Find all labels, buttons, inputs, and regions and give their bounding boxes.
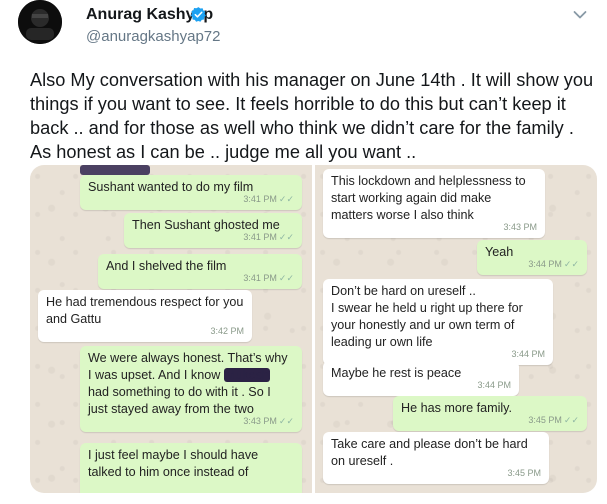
chat-screenshot-left[interactable]: Sushant wanted to do my film 3:41 PM ✓✓ T…	[30, 165, 312, 493]
time-value: 3:44 PM	[528, 259, 562, 269]
message-time: 3:43 PM ✓✓	[243, 413, 294, 430]
message-time: 3:41 PM ✓✓	[243, 229, 294, 246]
author-avatar[interactable]	[18, 0, 62, 44]
chat-message: Don’t be hard on ureself .. I swear he h…	[323, 279, 553, 365]
read-ticks-icon: ✓✓	[563, 259, 579, 269]
message-time: 3:44 PM ✓✓	[528, 256, 579, 273]
message-time: 3:44 PM	[477, 377, 511, 394]
redaction-smudge	[80, 165, 150, 175]
chat-message: Maybe he rest is peace 3:44 PM	[323, 361, 519, 396]
chat-message: He had tremendous respect for you and Ga…	[38, 290, 252, 342]
message-text: We were always honest. That’s why I was …	[88, 350, 294, 418]
read-ticks-icon: ✓✓	[278, 194, 294, 204]
redacted-name: Mukesh	[223, 368, 270, 382]
message-time: 3:43 PM	[503, 219, 537, 236]
time-value: 3:45 PM	[528, 415, 562, 425]
time-value: 3:44 PM	[511, 349, 545, 359]
tweet-body-text: Also My conversation with his manager on…	[30, 70, 594, 162]
message-text-part: had something to do with it . So I just …	[88, 385, 271, 416]
read-ticks-icon: ✓✓	[278, 232, 294, 242]
time-value: 3:44 PM	[477, 380, 511, 390]
chat-message: This lockdown and helplessness to start …	[323, 169, 545, 238]
time-value: 3:41 PM	[243, 273, 277, 283]
message-text: Don’t be hard on ureself .. I swear he h…	[331, 284, 523, 349]
message-time: 3:41 PM ✓✓	[243, 270, 294, 287]
message-text: This lockdown and helplessness to start …	[331, 174, 526, 222]
chat-message: We were always honest. That’s why I was …	[80, 346, 302, 432]
chat-message: Yeah 3:44 PM ✓✓	[477, 240, 587, 275]
avatar-image	[18, 0, 62, 44]
time-value: 3:41 PM	[243, 232, 277, 242]
message-time: 3:44 PM	[511, 346, 545, 363]
read-ticks-icon: ✓✓	[278, 273, 294, 283]
time-value: 3:42 PM	[210, 326, 244, 336]
chat-message: Take care and please don’t be hard on ur…	[323, 432, 549, 484]
chat-message: Sushant wanted to do my film 3:41 PM ✓✓	[80, 175, 302, 210]
time-value: 3:41 PM	[243, 194, 277, 204]
message-time: 3:45 PM ✓✓	[528, 412, 579, 429]
time-value: 3:45 PM	[507, 468, 541, 478]
author-handle[interactable]: @anuragkashyap72	[86, 28, 221, 45]
message-text: I just feel maybe I should have talked t…	[88, 448, 259, 479]
chevron-down-icon[interactable]	[573, 10, 587, 20]
chat-message: Then Sushant ghosted me 3:41 PM ✓✓	[124, 213, 302, 248]
message-time: 3:45 PM	[507, 465, 541, 482]
chat-message: And I shelved the film 3:41 PM ✓✓	[98, 254, 302, 289]
read-ticks-icon: ✓✓	[278, 416, 294, 426]
read-ticks-icon: ✓✓	[563, 415, 579, 425]
chat-message: He has more family. 3:45 PM ✓✓	[393, 396, 587, 431]
verified-badge-icon	[190, 7, 206, 22]
message-time: 3:41 PM ✓✓	[243, 191, 294, 208]
time-value: 3:43 PM	[243, 416, 277, 426]
time-value: 3:43 PM	[503, 222, 537, 232]
message-time: 3:42 PM	[210, 323, 244, 340]
chat-message: I just feel maybe I should have talked t…	[80, 443, 302, 493]
chat-screenshot-right[interactable]: This lockdown and helplessness to start …	[315, 165, 597, 493]
